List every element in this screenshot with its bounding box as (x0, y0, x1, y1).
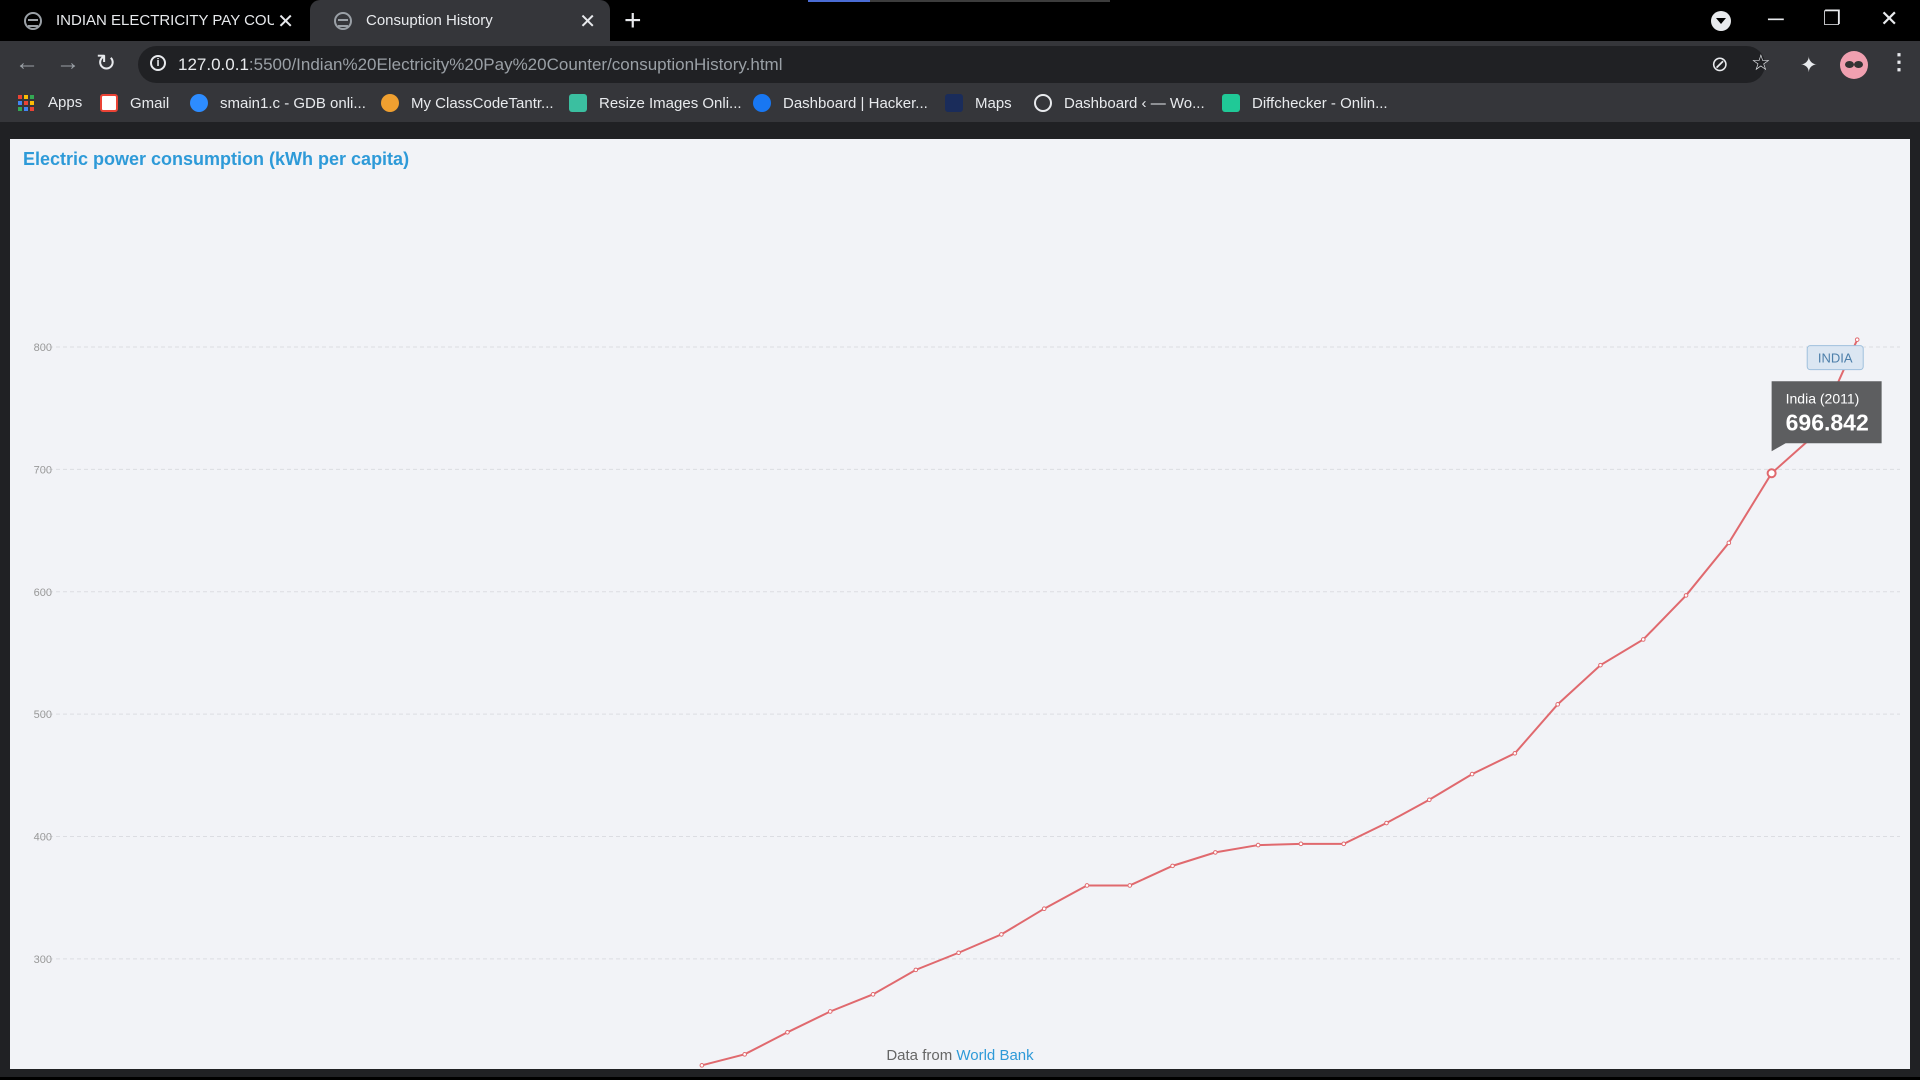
tooltip-value: 696.842 (1786, 409, 1869, 435)
data-point (1854, 337, 1860, 342)
highlighted-point (1766, 468, 1777, 479)
bookmark-apps[interactable]: Apps (18, 94, 82, 111)
wordpress-icon (1034, 94, 1052, 112)
tooltip: India (2011) 696.842 (1771, 381, 1882, 452)
forward-arrow-icon[interactable]: → (56, 49, 80, 77)
minimize-icon[interactable]: ─ (1768, 6, 1784, 32)
data-point (1598, 662, 1603, 668)
y-tick-label: 700 (34, 464, 52, 476)
close-icon[interactable]: ✕ (579, 9, 596, 34)
bookmark-resize-images[interactable]: Resize Images Onli... (569, 94, 742, 112)
classcode-icon (381, 94, 399, 112)
data-point (1469, 771, 1475, 777)
y-tick-label: 400 (34, 832, 52, 844)
diffchecker-icon (1222, 94, 1240, 112)
menu-dots-icon[interactable]: ⋮ (1888, 49, 1910, 75)
tab-title: INDIAN ELECTRICITY PAY COUNTER (56, 12, 274, 29)
browser-toolbar: ← → ↻ i 127.0.0.1:5500/Indian%20Electric… (0, 41, 1920, 88)
data-point (1041, 906, 1047, 911)
tab-title: Consuption History (366, 12, 493, 29)
data-point (870, 992, 876, 997)
bookmark-maps[interactable]: Maps (945, 94, 1012, 112)
y-tick-label: 800 (34, 342, 52, 354)
series-label-text: INDIA (1818, 351, 1853, 366)
series-label-india: INDIA (1806, 345, 1864, 371)
series-line-india (701, 339, 1859, 1067)
data-point (827, 1009, 833, 1014)
gmail-icon (100, 94, 118, 112)
globe-icon (24, 11, 42, 30)
chart-container[interactable]: Electric power consumption (kWh per capi… (10, 139, 1910, 1069)
data-point (1384, 820, 1389, 826)
resize-icon (569, 94, 587, 112)
bookmark-diffchecker[interactable]: Diffchecker - Onlin... (1222, 94, 1388, 112)
data-point (1427, 797, 1432, 803)
maps-icon (945, 94, 963, 112)
reload-icon[interactable]: ↻ (96, 49, 116, 78)
data-point (699, 1063, 705, 1068)
gdb-icon (190, 94, 208, 112)
apps-grid-icon (18, 94, 34, 111)
data-point (1127, 883, 1133, 888)
tab-indian-electricity[interactable]: INDIAN ELECTRICITY PAY COUNTER ✕ (0, 0, 308, 41)
back-arrow-icon[interactable]: ← (15, 49, 39, 77)
tooltip-header: India (2011) (1786, 390, 1860, 406)
data-point (785, 1029, 790, 1035)
bookmark-gdb[interactable]: smain1.c - GDB onli... (190, 94, 366, 112)
data-point (1555, 702, 1560, 707)
tab-consuption-history[interactable]: Consuption History ✕ (310, 0, 610, 41)
restore-icon[interactable]: ❐ (1823, 6, 1841, 31)
bookmark-gmail[interactable]: Gmail (100, 94, 169, 112)
y-tick-label: 500 (34, 709, 52, 721)
data-point (1683, 593, 1689, 598)
bookmark-hacker-dashboard[interactable]: Dashboard | Hacker... (753, 94, 928, 112)
tab-search-icon[interactable] (1711, 11, 1731, 31)
data-point (1255, 842, 1261, 848)
info-icon[interactable]: i (150, 55, 166, 71)
data-point (913, 967, 919, 973)
bookmarks-bar: Apps Gmail smain1.c - GDB onli... My Cla… (0, 88, 1920, 122)
star-icon[interactable]: ☆ (1751, 50, 1771, 76)
loading-indicator (808, 0, 870, 2)
data-point (1170, 863, 1175, 869)
data-point (999, 932, 1004, 937)
loading-track (870, 0, 1110, 2)
y-tick-label: 300 (34, 954, 52, 966)
globe-icon (334, 11, 352, 30)
puzzle-icon[interactable]: ✦ (1800, 53, 1818, 78)
data-point (1341, 841, 1347, 847)
bookmark-wordpress-dashboard[interactable]: Dashboard ‹ — Wo... (1034, 94, 1205, 112)
chart-credits: Data from World Bank (886, 1047, 1034, 1064)
address-bar[interactable]: i 127.0.0.1:5500/Indian%20Electricity%20… (138, 46, 1771, 83)
data-point (1084, 883, 1090, 888)
eye-slash-icon[interactable]: ⊘ (1711, 52, 1729, 77)
data-point (1213, 850, 1218, 855)
url-text[interactable]: 127.0.0.1:5500/Indian%20Electricity%20Pa… (178, 55, 783, 75)
tab-strip: INDIAN ELECTRICITY PAY COUNTER ✕ Consupt… (0, 0, 1920, 41)
page-viewport: Electric power consumption (kWh per capi… (0, 128, 1920, 1080)
data-point (1726, 540, 1732, 546)
data-point (1640, 637, 1646, 642)
y-tick-label: 600 (34, 587, 52, 599)
bookmark-classcode[interactable]: My ClassCodeTantr... (381, 94, 554, 112)
new-tab-button[interactable]: + (624, 4, 642, 38)
facebook-icon (753, 94, 771, 112)
data-point (956, 950, 961, 956)
data-point (1512, 750, 1518, 756)
world-bank-link[interactable]: World Bank (956, 1047, 1033, 1064)
avatar[interactable] (1840, 51, 1868, 79)
close-window-icon[interactable]: ✕ (1880, 6, 1898, 32)
line-chart[interactable]: 300 400 500 600 700 800 INDIA India (2011) 696.8… (10, 139, 1910, 1069)
close-icon[interactable]: ✕ (277, 9, 294, 34)
data-point (1298, 841, 1304, 847)
